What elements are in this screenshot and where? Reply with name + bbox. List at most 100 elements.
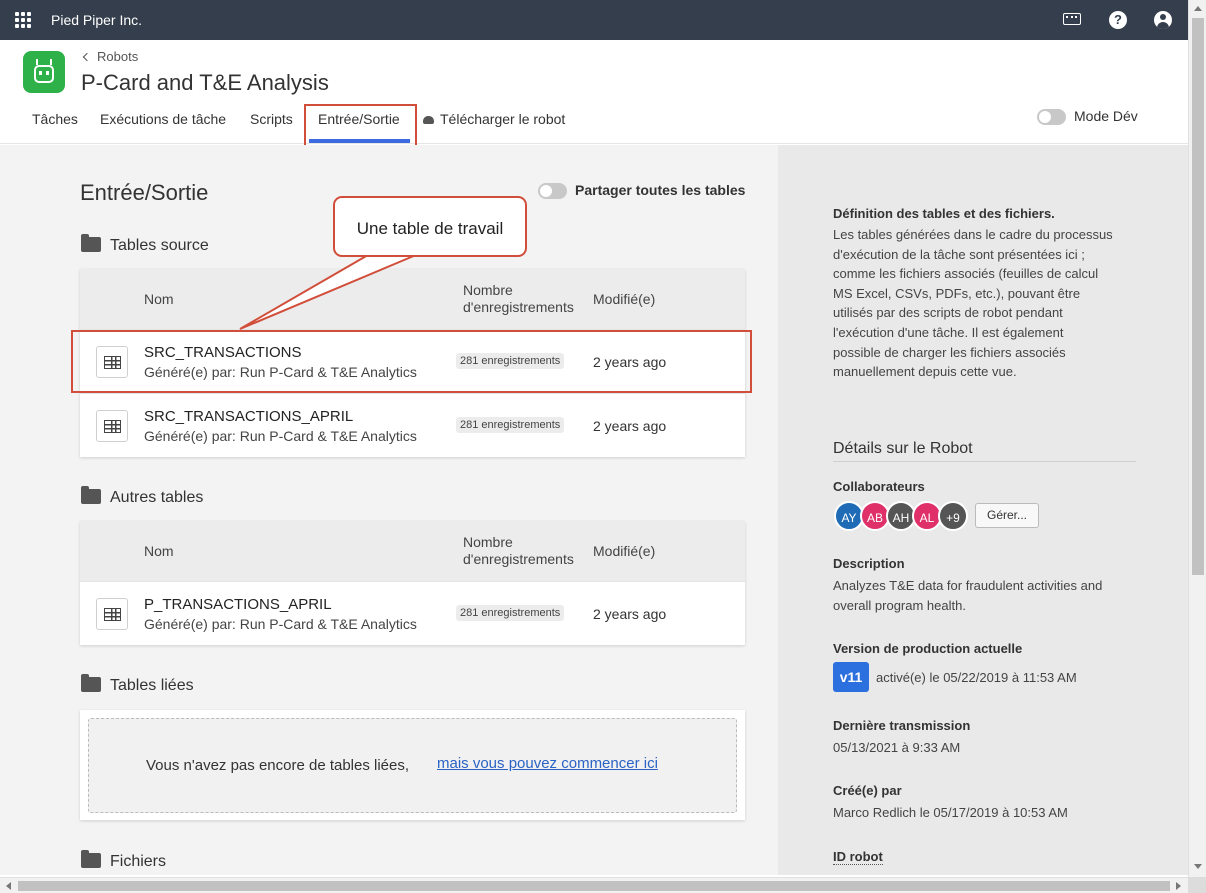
folder-icon <box>81 674 101 692</box>
chevron-left-icon <box>82 52 92 62</box>
table-icon <box>96 598 128 630</box>
definition-title: Définition des tables et des fichiers. <box>833 206 1055 221</box>
scroll-down-icon[interactable] <box>1194 864 1202 869</box>
modified-date: 2 years ago <box>593 418 667 434</box>
share-label: Partager toutes les tables <box>575 182 746 198</box>
record-count-badge: 281 enregistrements <box>456 605 565 621</box>
definition-line: MS Excel, CSVs, PDFs, etc.), pouvant êtr… <box>833 285 1081 301</box>
scrollbar-corner <box>1188 877 1206 893</box>
column-count-line1: Nombre <box>463 534 513 550</box>
folder-icon <box>81 234 101 252</box>
tab-telecharger[interactable]: Télécharger le robot <box>423 111 565 127</box>
empty-message: Vous n'avez pas encore de tables liées, <box>146 757 410 774</box>
cloud-download-icon <box>423 116 434 124</box>
apps-grid-icon[interactable] <box>15 12 31 28</box>
table-header: Nom Nombre d'enregistrements Modifié(e) <box>80 269 745 329</box>
robot-id-label: ID robot <box>833 849 883 865</box>
source-tables-title: Tables source <box>110 237 209 254</box>
page-title: P-Card and T&E Analysis <box>81 70 329 95</box>
last-commit-value: 05/13/2021 à 9:33 AM <box>833 740 961 755</box>
scrollbar-thumb[interactable] <box>18 881 1170 891</box>
table-header: Nom Nombre d'enregistrements Modifié(e) <box>80 521 745 581</box>
description-line: Analyzes T&E data for fraudulent activit… <box>833 578 1103 593</box>
robot-logo-icon <box>23 51 65 93</box>
column-count-line1: Nombre <box>463 282 513 298</box>
toggle-switch-icon[interactable] <box>538 183 567 200</box>
table-row[interactable]: SRC_TRANSACTIONS_APRIL Généré(e) par: Ru… <box>80 393 745 457</box>
definition-line: Les tables générées dans le cadre du pro… <box>833 227 1113 242</box>
description-label: Description <box>833 556 905 571</box>
horizontal-scrollbar[interactable] <box>0 877 1188 893</box>
column-modified: Modifié(e) <box>593 291 656 307</box>
scrollbar-thumb[interactable] <box>1192 18 1204 575</box>
table-name[interactable]: SRC_TRANSACTIONS_APRIL <box>144 408 353 425</box>
toggle-switch-icon[interactable] <box>1037 109 1066 126</box>
tab-executions[interactable]: Exécutions de tâche <box>100 111 226 127</box>
definition-line: l'exécution d'une tâche. Il est égalemen… <box>833 324 1064 340</box>
created-by-value: Marco Redlich le 05/17/2019 à 10:53 AM <box>833 805 1068 820</box>
definition-line: manuellement depuis cette vue. <box>833 364 1017 380</box>
table-name[interactable]: P_TRANSACTIONS_APRIL <box>144 596 332 613</box>
details-side-panel: Définition des tables et des fichiers. L… <box>778 145 1188 875</box>
other-tables-title: Autres tables <box>110 489 204 506</box>
tab-taches[interactable]: Tâches <box>32 111 78 127</box>
robot-header: Robots P-Card and T&E Analysis Tâches Ex… <box>0 40 1188 158</box>
section-title: Entrée/Sortie <box>80 180 209 205</box>
description-line: overall program health. <box>833 597 966 613</box>
definition-line: possible de charger les fichiers associé… <box>833 344 1066 360</box>
version-badge[interactable]: v11 <box>833 662 869 692</box>
mode-dev-toggle[interactable]: Mode Dév <box>1037 108 1138 126</box>
other-tables-heading: Autres tables <box>81 486 204 507</box>
callout-annotation: Une table de travail <box>333 196 527 257</box>
linked-tables-heading: Tables liées <box>81 674 194 695</box>
version-activated-text: activé(e) le 05/22/2019 à 11:53 AM <box>876 670 1077 685</box>
divider <box>833 461 1136 462</box>
keyboard-icon[interactable] <box>1063 13 1081 25</box>
generated-by: Généré(e) par: Run P-Card & T&E Analytic… <box>144 616 417 632</box>
generated-by: Généré(e) par: Run P-Card & T&E Analytic… <box>144 428 417 444</box>
folder-icon <box>81 850 101 868</box>
scroll-right-icon[interactable] <box>1176 882 1181 890</box>
created-by-label: Créé(e) par <box>833 783 902 798</box>
files-title: Fichiers <box>110 853 167 870</box>
top-navigation-bar: Pied Piper Inc. ? <box>0 0 1188 40</box>
linked-tables-title: Tables liées <box>110 677 194 694</box>
table-icon <box>96 410 128 442</box>
source-tables-heading: Tables source <box>81 234 209 255</box>
user-account-icon[interactable] <box>1154 11 1172 29</box>
tab-telecharger-label: Télécharger le robot <box>440 111 566 127</box>
share-all-tables-toggle[interactable]: Partager toutes les tables <box>538 182 746 200</box>
column-modified: Modifié(e) <box>593 543 656 559</box>
linked-tables-empty-state: Vous n'avez pas encore de tables liées, … <box>88 718 737 813</box>
files-heading: Fichiers <box>81 850 167 871</box>
avatar-more[interactable]: +9 <box>938 501 968 531</box>
start-here-link[interactable]: mais vous pouvez commencer ici <box>437 755 658 772</box>
linked-tables-card: Vous n'avez pas encore de tables liées, … <box>80 710 745 820</box>
tab-scripts[interactable]: Scripts <box>250 111 293 127</box>
breadcrumb-robots[interactable]: Robots <box>97 49 138 64</box>
collaborators-label: Collaborateurs <box>833 479 925 494</box>
row-highlight-box <box>71 330 752 393</box>
scroll-left-icon[interactable] <box>6 882 11 890</box>
details-title: Détails sur le Robot <box>833 440 973 457</box>
definition-text: Les tables générées dans le cadre du pro… <box>833 225 1133 382</box>
folder-icon <box>81 486 101 504</box>
column-count: Nombre d'enregistrements <box>463 534 574 568</box>
table-row[interactable]: P_TRANSACTIONS_APRIL Généré(e) par: Run … <box>80 581 745 645</box>
scroll-up-icon[interactable] <box>1194 6 1202 11</box>
help-icon[interactable]: ? <box>1109 11 1127 29</box>
version-label: Version de production actuelle <box>833 641 1023 656</box>
column-name: Nom <box>144 543 174 559</box>
definition-line: d'exécution de la tâche sont présentées … <box>833 246 1085 262</box>
definition-line: utilisés par des scripts de robot pendan… <box>833 305 1063 321</box>
record-count-badge: 281 enregistrements <box>456 417 565 433</box>
organization-name[interactable]: Pied Piper Inc. <box>51 12 142 28</box>
manage-collaborators-button[interactable]: Gérer... <box>975 503 1039 528</box>
other-tables-card: Nom Nombre d'enregistrements Modifié(e) P… <box>80 521 745 645</box>
breadcrumb[interactable]: Robots <box>82 49 138 64</box>
column-name: Nom <box>144 291 174 307</box>
last-commit-label: Dernière transmission <box>833 718 971 733</box>
main-content: Entrée/Sortie Partager toutes les tables… <box>0 145 778 875</box>
vertical-scrollbar[interactable] <box>1188 0 1206 877</box>
column-count-line2: d'enregistrements <box>463 551 574 567</box>
